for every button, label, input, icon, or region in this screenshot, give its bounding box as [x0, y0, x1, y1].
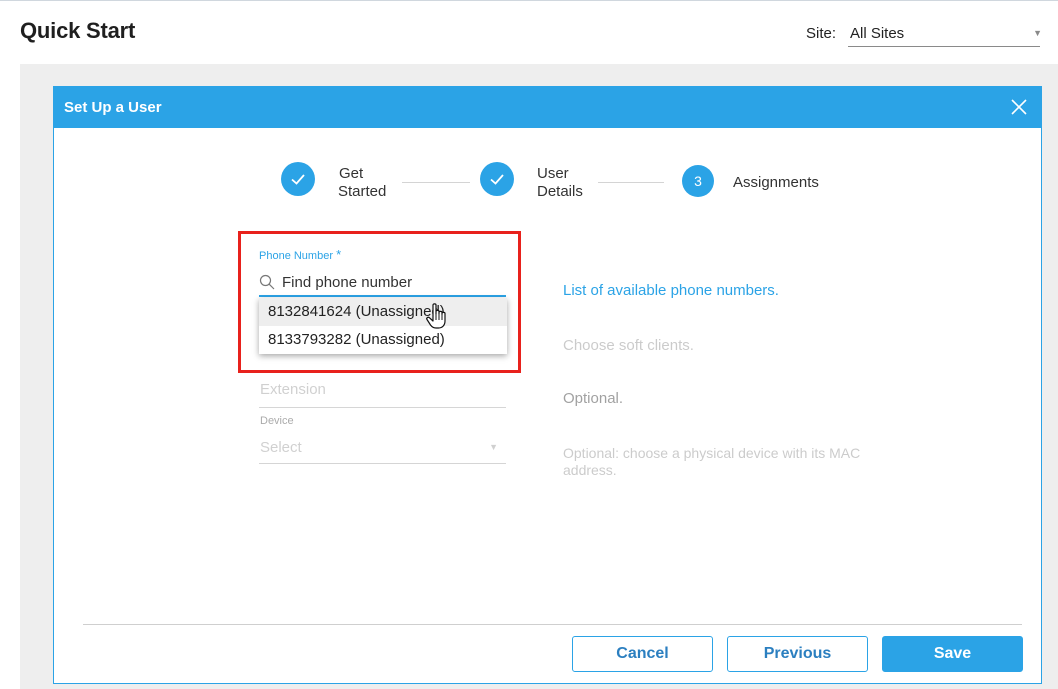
close-icon[interactable] [1009, 97, 1029, 117]
page-title: Quick Start [20, 18, 136, 43]
step-2-label: User Details [537, 165, 583, 200]
phone-numbers-hint: List of available phone numbers. [563, 282, 779, 299]
top-divider [0, 0, 1058, 1]
site-select[interactable]: All Sites ▼ [848, 20, 1042, 47]
device-hint: Optional: choose a physical device with … [563, 445, 861, 478]
extension-hint: Optional. [563, 390, 624, 407]
extension-field[interactable]: Extension [260, 381, 326, 398]
previous-button[interactable]: Previous [727, 636, 868, 672]
step-1-check-icon [281, 162, 315, 196]
footer-divider [83, 624, 1022, 625]
step-connector [598, 182, 664, 183]
hand-cursor-icon [426, 303, 446, 329]
device-select-value: Select [260, 439, 302, 456]
device-underline [259, 463, 506, 464]
site-label: Site: [806, 25, 837, 42]
dialog-title: Set Up a User [64, 99, 162, 116]
step-connector [402, 182, 470, 183]
cancel-button[interactable]: Cancel [572, 636, 713, 672]
soft-clients-hint: Choose soft clients. [563, 337, 694, 354]
step-3-number: 3 [682, 165, 714, 197]
device-select[interactable]: Select ▼ [259, 436, 506, 464]
extension-underline [259, 407, 506, 408]
step-3-label: Assignments [733, 174, 819, 191]
chevron-down-icon: ▼ [1033, 28, 1042, 38]
step-2-check-icon [480, 162, 514, 196]
step-1-label: Get Started [338, 165, 387, 200]
site-select-value: All Sites [850, 25, 905, 42]
highlight-annotation [238, 231, 521, 373]
chevron-down-icon: ▼ [489, 442, 498, 452]
device-label: Device [260, 415, 294, 427]
dialog-header: Set Up a User [54, 87, 1041, 128]
save-button[interactable]: Save [882, 636, 1023, 672]
